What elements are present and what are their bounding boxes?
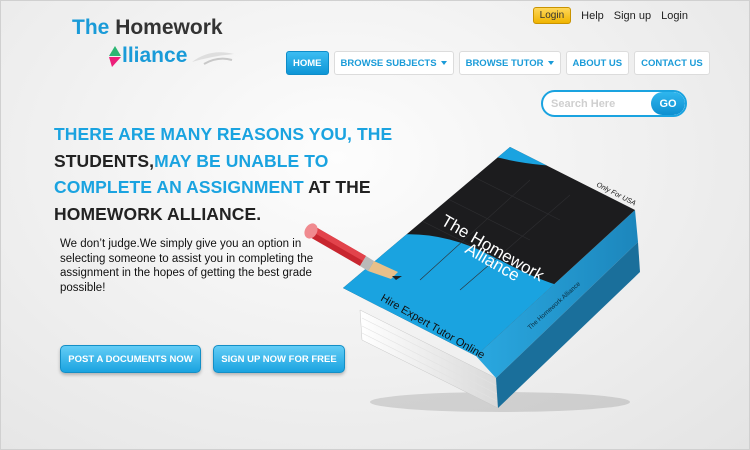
nav-contact-us-label: CONTACT US: [641, 57, 703, 69]
nav-contact-us[interactable]: CONTACT US: [634, 51, 710, 75]
nav-browse-tutor[interactable]: BROWSE TUTOR: [458, 51, 561, 75]
hero-description: We don’t judge.We simply give you an opt…: [60, 238, 314, 294]
nav-browse-subjects[interactable]: BROWSE SUBJECTS: [333, 51, 454, 75]
search-go-button[interactable]: GO: [651, 92, 685, 115]
headline-part-2: STUDENTS,: [54, 150, 155, 171]
top-links: Login Help Sign up Login: [532, 7, 688, 24]
triangle-logo-icon: [109, 46, 121, 67]
help-link[interactable]: Help: [581, 10, 604, 22]
headline-part-4: COMPLETE AN ASSIGNMENT: [54, 177, 304, 197]
nav-home-label: HOME: [293, 57, 322, 69]
logo-line-1: The Homework: [72, 16, 223, 40]
logo-line-2: lliance: [122, 44, 188, 67]
login-link[interactable]: Login: [661, 10, 688, 22]
book-illustration: Only For USA The Homework Alliance Hire …: [304, 147, 640, 412]
login-badge-button[interactable]: Login: [532, 7, 572, 24]
nav-about-us-label: ABOUT US: [572, 57, 623, 69]
nav-about-us[interactable]: ABOUT US: [565, 51, 630, 75]
nav-browse-subjects-label: BROWSE SUBJECTS: [340, 57, 437, 69]
logo-word-homework: Homework: [115, 16, 223, 39]
logo-swoosh-decoration: [192, 52, 234, 65]
chevron-down-icon: [440, 61, 447, 65]
search-input[interactable]: [551, 95, 649, 113]
search-box: GO: [541, 90, 687, 117]
nav-browse-tutor-label: BROWSE TUTOR: [465, 57, 544, 69]
pencil-icon: [304, 223, 402, 280]
main-nav: HOME BROWSE SUBJECTS BROWSE TUTOR ABOUT …: [286, 51, 710, 75]
site-logo[interactable]: The Homework lliance: [72, 14, 242, 74]
chevron-down-icon: [547, 61, 554, 65]
signup-link[interactable]: Sign up: [614, 10, 651, 22]
headline-part-6: HOMEWORK ALLIANCE.: [54, 203, 262, 224]
post-documents-button[interactable]: POST A DOCUMENTS NOW: [60, 345, 201, 373]
nav-home[interactable]: HOME: [286, 51, 329, 75]
logo-word-the: The: [72, 16, 110, 39]
